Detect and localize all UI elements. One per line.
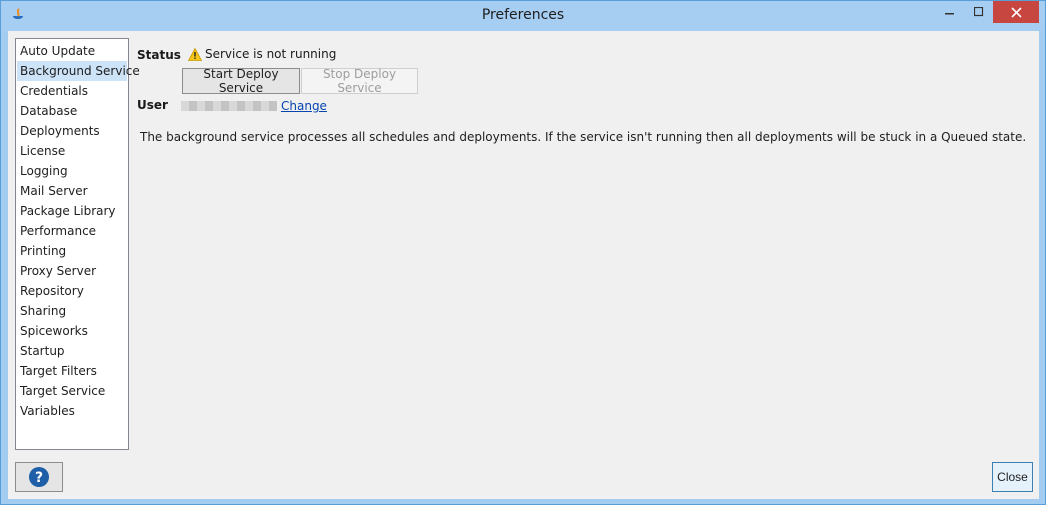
sidebar-item-spiceworks[interactable]: Spiceworks — [16, 321, 128, 341]
sidebar-item-license[interactable]: License — [16, 141, 128, 161]
sidebar-item-target-service[interactable]: Target Service — [16, 381, 128, 401]
help-button[interactable]: ? — [15, 462, 63, 492]
sidebar-item-variables[interactable]: Variables — [16, 401, 128, 421]
preferences-window: Preferences Auto Update Background Servi… — [0, 0, 1046, 505]
close-icon — [1010, 6, 1022, 18]
sidebar-item-logging[interactable]: Logging — [16, 161, 128, 181]
user-value: Change — [181, 99, 327, 113]
title-bar[interactable]: Preferences — [1, 1, 1045, 31]
change-user-link[interactable]: Change — [281, 99, 327, 113]
sidebar-item-repository[interactable]: Repository — [16, 281, 128, 301]
user-label: User — [137, 98, 168, 112]
minimize-button[interactable] — [937, 1, 963, 23]
masked-username — [181, 101, 277, 111]
status-label: Status — [137, 48, 181, 62]
sidebar-item-credentials[interactable]: Credentials — [16, 81, 128, 101]
start-deploy-service-button[interactable]: Start Deploy Service — [182, 67, 300, 95]
preferences-content: Auto Update Background Service Credentia… — [8, 31, 1039, 499]
window-title: Preferences — [481, 7, 565, 23]
close-button[interactable]: Close — [992, 462, 1033, 492]
sidebar-item-target-filters[interactable]: Target Filters — [16, 361, 128, 381]
sidebar-item-background-service[interactable]: Background Service — [17, 61, 140, 81]
status-text: Service is not running — [205, 47, 337, 61]
sidebar-item-startup[interactable]: Startup — [16, 341, 128, 361]
stop-deploy-service-button: Stop Deploy Service — [301, 67, 418, 95]
warning-icon — [188, 47, 202, 61]
service-description: The background service processes all sch… — [140, 130, 1027, 144]
service-status: Service is not running — [188, 47, 336, 61]
sidebar-item-sharing[interactable]: Sharing — [16, 301, 128, 321]
sidebar-item-auto-update[interactable]: Auto Update — [16, 41, 128, 61]
sidebar-item-deployments[interactable]: Deployments — [16, 121, 128, 141]
svg-text:?: ? — [35, 470, 43, 486]
sidebar-item-performance[interactable]: Performance — [16, 221, 128, 241]
question-mark-icon: ? — [29, 467, 49, 487]
sidebar-item-package-library[interactable]: Package Library — [16, 201, 128, 221]
sidebar-item-mail-server[interactable]: Mail Server — [16, 181, 128, 201]
sidebar-item-proxy-server[interactable]: Proxy Server — [16, 261, 128, 281]
maximize-icon — [974, 7, 984, 17]
minimize-icon — [945, 13, 954, 15]
preferences-category-list[interactable]: Auto Update Background Service Credentia… — [15, 38, 140, 450]
sidebar-item-printing[interactable]: Printing — [16, 241, 128, 261]
close-window-button[interactable] — [993, 1, 1039, 23]
maximize-button[interactable] — [966, 1, 992, 23]
sidebar-item-database[interactable]: Database — [16, 101, 128, 121]
